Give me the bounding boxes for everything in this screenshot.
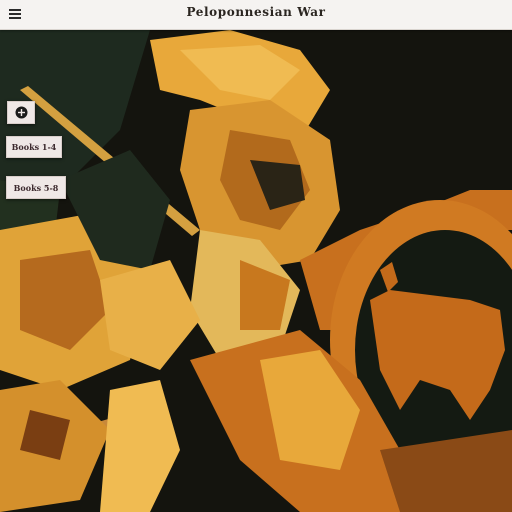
plus-circle-icon — [15, 106, 27, 119]
add-button[interactable] — [7, 101, 35, 124]
app-header: Peloponnesian War — [0, 0, 512, 30]
books-5-8-button[interactable]: Books 5-8 — [6, 176, 66, 199]
books-1-4-button[interactable]: Books 1-4 — [6, 136, 62, 158]
page-title: Peloponnesian War — [186, 5, 326, 19]
hoplite-artwork — [0, 30, 512, 512]
